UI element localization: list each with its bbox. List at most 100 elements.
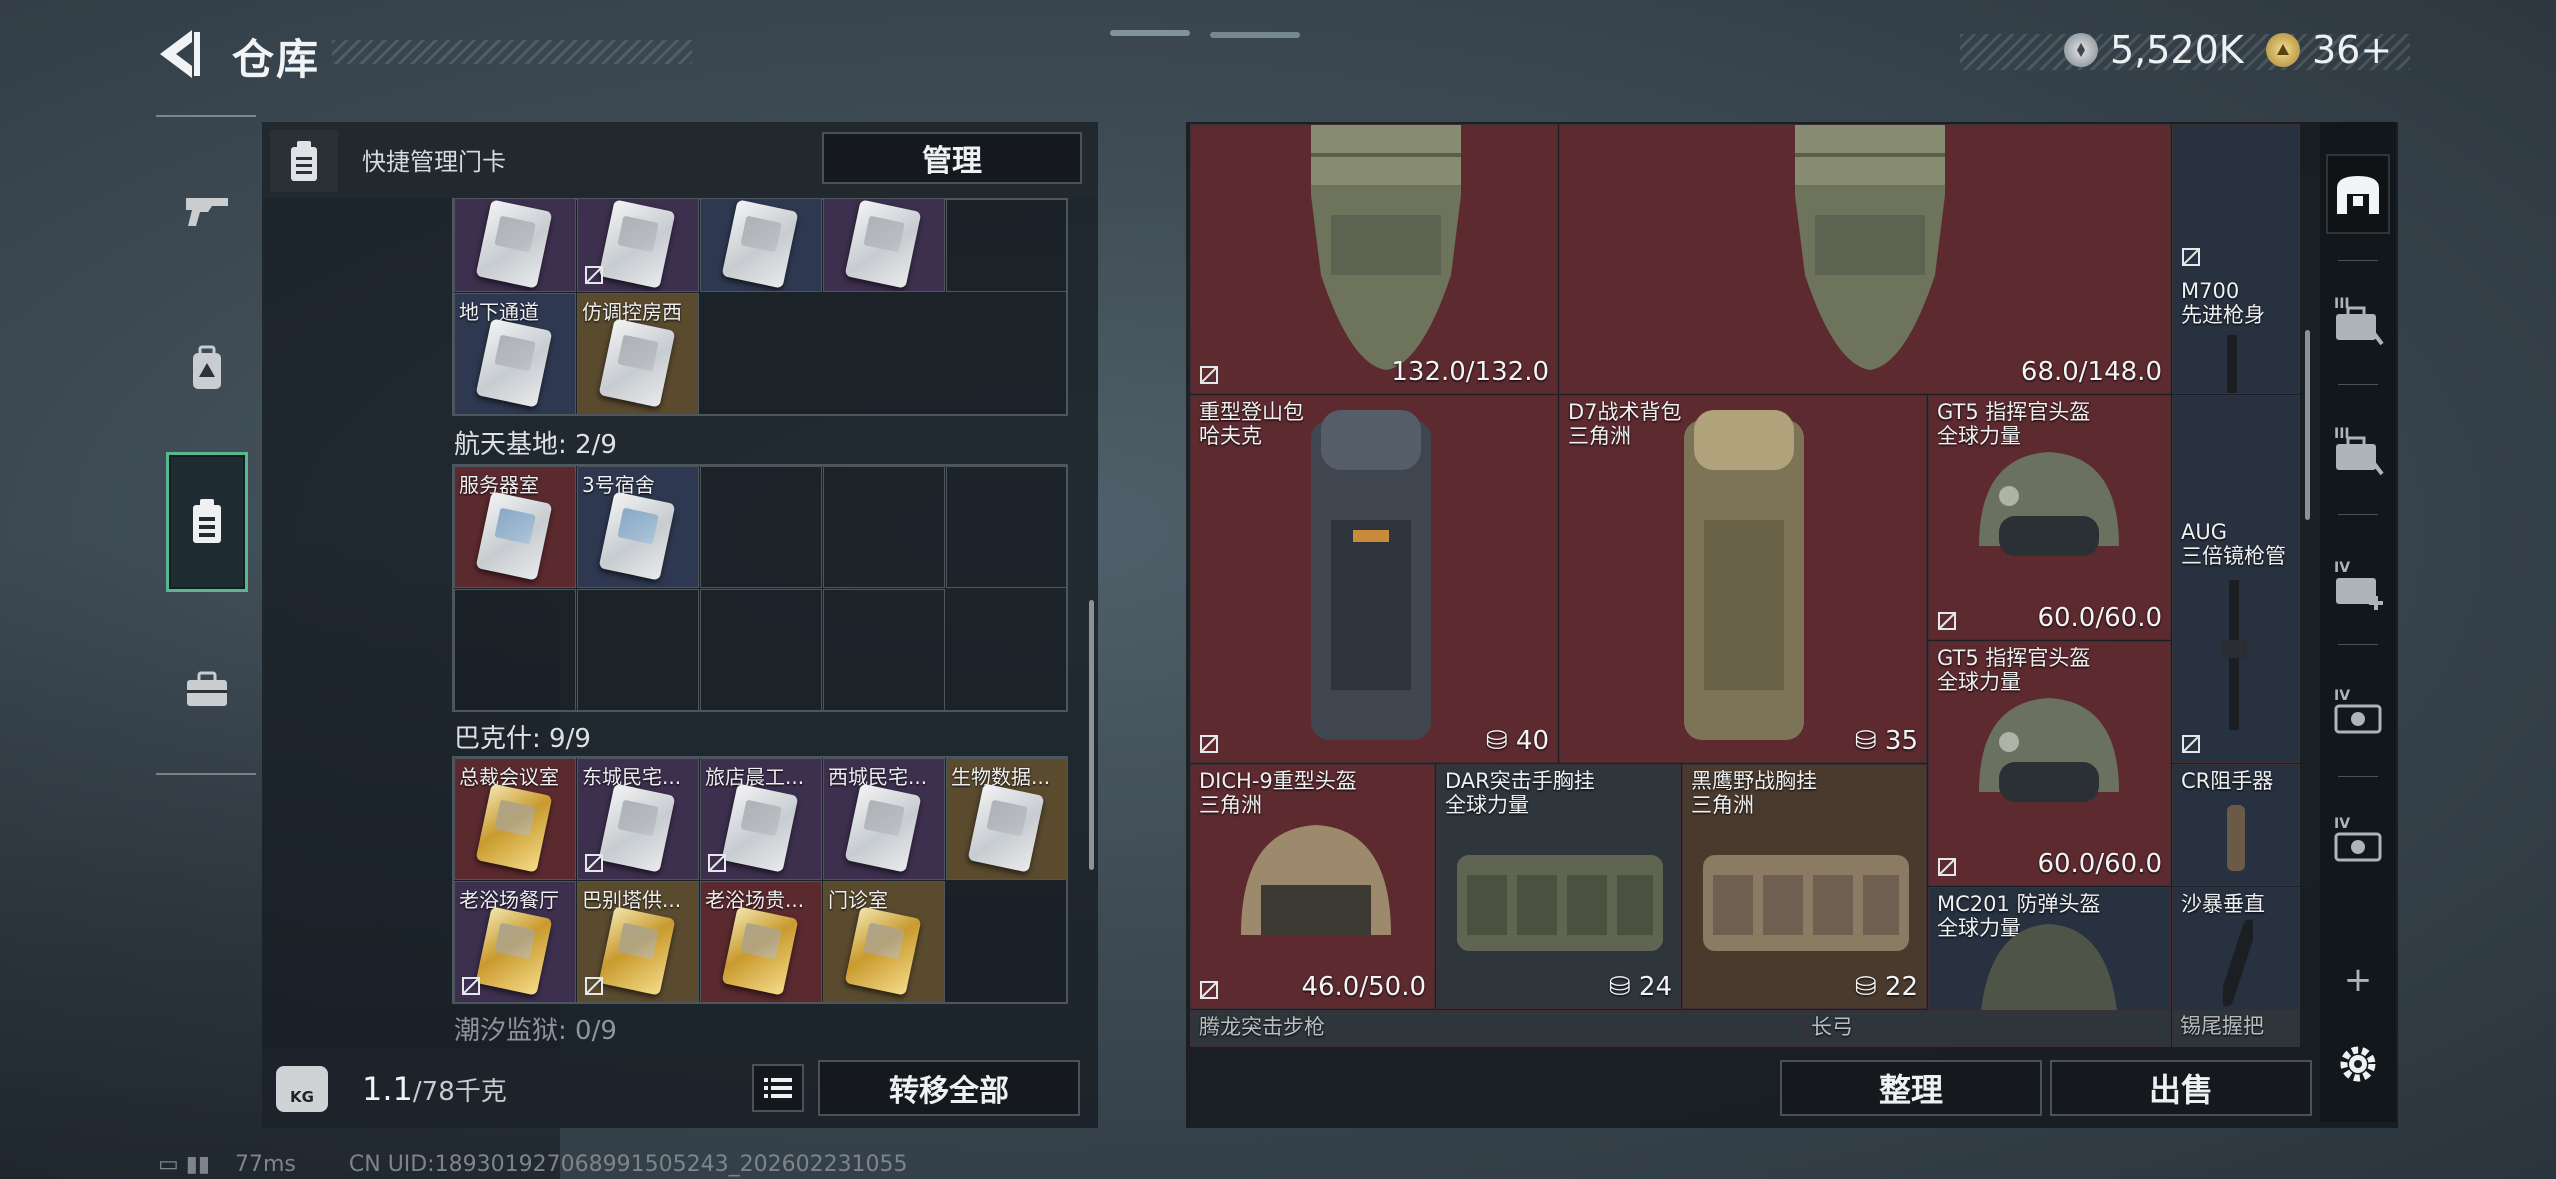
back-arrow-icon[interactable] bbox=[150, 24, 206, 84]
stash-item[interactable]: GT5 指挥官头盔 全球力量 60.0/60.0 bbox=[1928, 395, 2171, 640]
svg-text:IV: IV bbox=[2334, 560, 2350, 576]
tier-iv-add-case-icon: IV bbox=[2334, 560, 2383, 610]
nav-other[interactable] bbox=[166, 620, 248, 760]
keycard-label: 老浴场餐厅 bbox=[459, 888, 559, 912]
no-lock-icon bbox=[1938, 612, 1956, 630]
no-lock-icon bbox=[2182, 735, 2200, 753]
item-name: M700 先进枪身 bbox=[2181, 279, 2265, 327]
keycard-label: 巴别塔供... bbox=[582, 888, 682, 912]
container-button-iv[interactable]: IV bbox=[2326, 800, 2390, 880]
keycard-cell[interactable]: 总裁会议室 bbox=[454, 758, 576, 880]
keycard-cell[interactable]: 巴别塔供... bbox=[577, 881, 699, 1003]
stash-scrollbar[interactable] bbox=[2305, 330, 2310, 520]
keycard-cell[interactable] bbox=[700, 198, 822, 292]
keycard-cell[interactable]: 门诊室 bbox=[823, 881, 945, 1003]
keycard-cell[interactable] bbox=[823, 198, 945, 292]
item-name-line2: 全球力量 bbox=[1445, 793, 1529, 817]
armor-vest-image bbox=[1795, 125, 1945, 370]
gun-icon bbox=[186, 198, 228, 226]
svg-text:IV: IV bbox=[2334, 816, 2350, 832]
item-capacity: ⛁ 24 bbox=[1609, 972, 1672, 1002]
safe-box-button[interactable] bbox=[2326, 154, 2390, 234]
container-button-iv-add[interactable]: IV bbox=[2326, 544, 2390, 624]
keycard-cell[interactable]: 老浴场餐厅 bbox=[454, 881, 576, 1003]
item-name: DICH-9重型头盔 三角洲 bbox=[1199, 769, 1357, 817]
container-button-iv[interactable]: IV bbox=[2326, 672, 2390, 752]
manage-button[interactable]: 管理 bbox=[822, 132, 1082, 184]
keycard-cell[interactable]: 地下通道 bbox=[454, 293, 576, 415]
no-lock-icon bbox=[1200, 981, 1218, 999]
weight-icon: ⛁ bbox=[1485, 726, 1516, 756]
keycard-cell[interactable]: 老浴场贵... bbox=[700, 881, 822, 1003]
weight-icon: ⛁ bbox=[1608, 972, 1639, 1002]
keycard-cell[interactable]: 仿调控房西 bbox=[577, 293, 699, 415]
container-button-iii[interactable]: III bbox=[2326, 410, 2390, 490]
stash-item[interactable]: M700 先进枪身 bbox=[2172, 124, 2300, 394]
gold-coin-icon bbox=[2266, 33, 2300, 67]
nav-weapons[interactable] bbox=[166, 140, 248, 280]
settings-button[interactable] bbox=[2326, 1024, 2390, 1104]
stash-item[interactable]: 黑鹰野战胸挂 三角洲 ⛁ 22 bbox=[1682, 764, 1927, 1009]
item-capacity-value: 35 bbox=[1884, 726, 1918, 756]
keycard-label: 总裁会议室 bbox=[459, 765, 559, 789]
item-name-line2: 先进枪身 bbox=[2181, 303, 2265, 327]
currency-silver-value: 5,520K bbox=[2110, 28, 2244, 72]
keycard-label: 东城民宅... bbox=[582, 765, 682, 789]
briefcase-icon bbox=[187, 671, 227, 706]
nav-equipment[interactable] bbox=[166, 298, 248, 438]
stash-item[interactable]: 腾龙突击步枪 bbox=[1190, 1010, 1816, 1047]
keycard-cell[interactable]: 旅店晨工... bbox=[700, 758, 822, 880]
stash-item[interactable]: 锡尾握把 bbox=[2172, 1010, 2300, 1047]
item-capacity-value: 24 bbox=[1638, 972, 1672, 1002]
map-section-title: 潮汐监狱: 0/9 bbox=[454, 1016, 617, 1046]
item-name: AUG 三倍镜枪管 bbox=[2181, 520, 2286, 568]
grip-image bbox=[2227, 805, 2245, 871]
item-name: DAR突击手胸挂 全球力量 bbox=[1445, 769, 1595, 817]
no-lock-icon bbox=[585, 854, 603, 872]
item-name: 长弓 bbox=[1811, 1015, 1853, 1039]
tool-divider bbox=[2338, 644, 2378, 645]
stash-item[interactable]: CR阻手器 bbox=[2172, 764, 2300, 886]
grip-image bbox=[2223, 919, 2253, 1007]
sort-button[interactable]: 整理 bbox=[1780, 1060, 2042, 1116]
page-title: 仓库 bbox=[232, 35, 321, 84]
item-name: 黑鹰野战胸挂 三角洲 bbox=[1691, 769, 1817, 817]
keycard-label: 门诊室 bbox=[828, 888, 888, 912]
empty-slot bbox=[577, 589, 699, 711]
keycard-cell[interactable] bbox=[454, 198, 576, 292]
container-button-iii[interactable]: III bbox=[2326, 280, 2390, 360]
keycard-cell[interactable]: 3号宿舍 bbox=[577, 466, 699, 588]
keycard-cell[interactable]: 东城民宅... bbox=[577, 758, 699, 880]
currency-gold[interactable]: 36+ bbox=[2266, 28, 2392, 72]
stash-item[interactable]: 长弓 bbox=[1802, 1010, 2171, 1047]
weight-icon: ⛁ bbox=[1854, 972, 1885, 1002]
item-name-line2: 哈夫克 bbox=[1199, 424, 1262, 448]
keycard-scrollbar[interactable] bbox=[1089, 600, 1094, 870]
keycard-label: 3号宿舍 bbox=[582, 473, 655, 497]
sell-button[interactable]: 出售 bbox=[2050, 1060, 2312, 1116]
stash-item[interactable]: DICH-9重型头盔 三角洲 46.0/50.0 bbox=[1190, 764, 1435, 1009]
stash-item[interactable]: 132.0/132.0 bbox=[1190, 124, 1558, 394]
stash-item[interactable]: GT5 指挥官头盔 全球力量 60.0/60.0 bbox=[1928, 641, 2171, 886]
nav-keycards[interactable] bbox=[166, 452, 248, 592]
keycard-cell[interactable]: 生物数据... bbox=[946, 758, 1068, 880]
keycard-cell[interactable] bbox=[577, 198, 699, 292]
item-capacity-value: 22 bbox=[1884, 972, 1918, 1002]
plus-icon[interactable]: + bbox=[2326, 940, 2390, 1020]
stash-item[interactable]: AUG 三倍镜枪管 bbox=[2172, 395, 2300, 763]
keycard-label: 西城民宅... bbox=[828, 765, 928, 789]
keycard-cell[interactable]: 西城民宅... bbox=[823, 758, 945, 880]
list-icon bbox=[764, 1078, 792, 1098]
list-view-button[interactable] bbox=[752, 1064, 804, 1112]
keycard-header-icon bbox=[270, 130, 338, 192]
stash-item[interactable]: D7战术背包 三角洲 ⛁ 35 bbox=[1559, 395, 1927, 763]
helmet-image bbox=[1241, 825, 1391, 935]
title-decoration bbox=[332, 40, 692, 64]
stash-item[interactable]: DAR突击手胸挂 全球力量 ⛁ 24 bbox=[1436, 764, 1681, 1009]
stash-item[interactable]: 重型登山包 哈夫克 ⛁ 40 bbox=[1190, 395, 1558, 763]
transfer-all-button[interactable]: 转移全部 bbox=[818, 1060, 1080, 1116]
stash-item[interactable]: 68.0/148.0 bbox=[1559, 124, 2171, 394]
keycard-cell[interactable]: 服务器室 bbox=[454, 466, 576, 588]
currency-gold-value: 36+ bbox=[2312, 28, 2393, 72]
item-name-line1: AUG bbox=[2181, 520, 2228, 544]
